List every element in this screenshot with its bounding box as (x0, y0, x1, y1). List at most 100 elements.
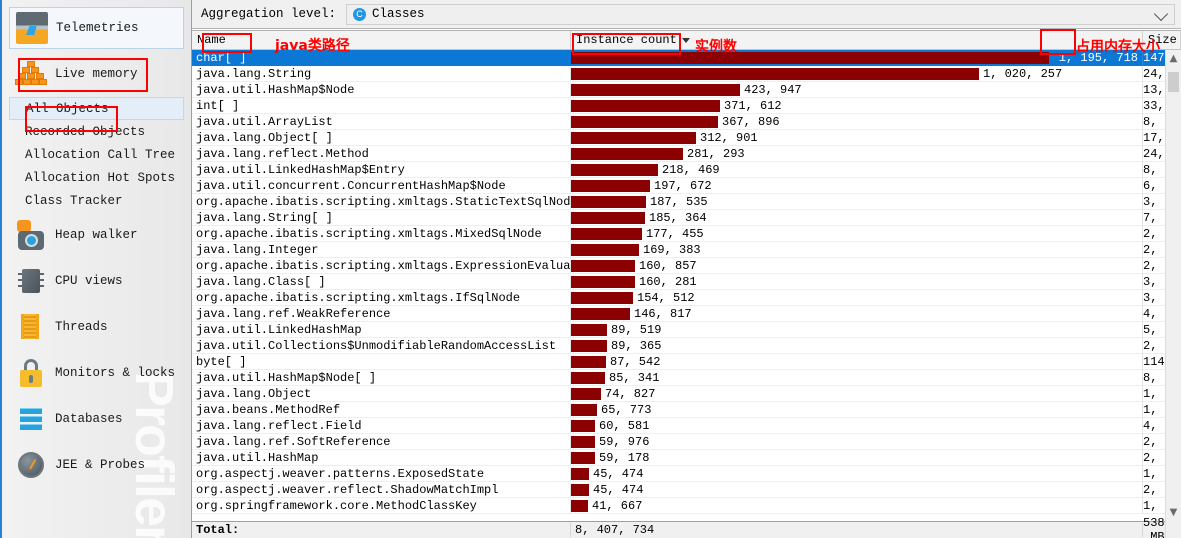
table-row[interactable]: byte[ ] 87, 542 114 MB (192, 353, 1165, 370)
table-row[interactable]: org.aspectj.weaver.patterns.ExposedState… (192, 465, 1165, 482)
cell-size: 4, 361 kB (1143, 418, 1165, 433)
instance-count-bar (571, 67, 979, 80)
table-row[interactable]: org.apache.ibatis.scripting.xmltags.Expr… (192, 257, 1165, 274)
instance-count-value: 45, 474 (593, 482, 644, 497)
table-row[interactable]: java.util.concurrent.ConcurrentHashMap$N… (192, 177, 1165, 194)
cell-instance-count: 85, 341 (571, 369, 1143, 386)
instance-count-bar (571, 51, 1049, 64)
table-row[interactable]: java.util.HashMap 59, 178 2, 840 kB (192, 449, 1165, 466)
sidebar-item-label: Allocation Hot Spots (25, 170, 176, 185)
table-row[interactable]: org.apache.ibatis.scripting.xmltags.Stat… (192, 193, 1165, 210)
sidebar-item-recorded-objects[interactable]: Recorded Objects (9, 120, 184, 143)
instance-count-bar (571, 179, 650, 192)
table-row[interactable]: java.lang.ref.WeakReference 146, 817 4, 69… (192, 305, 1165, 322)
cell-size: 5, 013 kB (1143, 322, 1165, 337)
sidebar-item-all-objects[interactable]: All Objects (9, 97, 184, 120)
aggregation-level-value: Classes (372, 7, 425, 21)
table-row[interactable]: java.util.ArrayList 367, 896 8, 829 kB (192, 113, 1165, 130)
sidebar-item-threads[interactable]: Threads (9, 307, 184, 347)
table-body: char[ ]1, 195, 718147 MBjava.lang.String… (192, 50, 1165, 520)
table-row[interactable]: java.lang.reflect.Field 60, 581 4, 361 kB (192, 417, 1165, 434)
cell-size: 13, 566 kB (1143, 82, 1165, 97)
cell-instance-count: 154, 512 (571, 289, 1143, 306)
cell-instance-count: 160, 281 (571, 273, 1143, 290)
table-row[interactable]: java.util.Collections$UnmodifiableRandom… (192, 337, 1165, 354)
table-row[interactable]: java.lang.Integer 169, 383 2, 710 kB (192, 241, 1165, 258)
cell-instance-count: 65, 773 (571, 401, 1143, 418)
table-row[interactable]: org.springframework.core.MethodClassKey 4… (192, 497, 1165, 514)
instance-count-bar (571, 483, 589, 496)
cell-size: 24, 486 kB (1143, 66, 1165, 81)
cell-class-name: java.lang.Object[ ] (192, 130, 571, 145)
cell-instance-count: 59, 976 (571, 433, 1143, 450)
scrollbar-thumb[interactable] (1168, 72, 1179, 92)
table-row[interactable]: java.lang.String 1, 020, 257 24, 486 kB (192, 65, 1165, 82)
sidebar-item-monitors-locks[interactable]: Monitors & locks (9, 353, 184, 393)
column-header-name[interactable]: Name (192, 31, 571, 49)
instance-count-value: 367, 896 (722, 114, 780, 129)
cell-class-name: java.lang.String[ ] (192, 210, 571, 225)
sidebar-item-label: All Objects (26, 101, 109, 116)
table-row[interactable]: java.util.HashMap$Node[ ] 85, 341 8, 534 k… (192, 369, 1165, 386)
sidebar-item-cpu-views[interactable]: CPU views (9, 261, 184, 301)
cell-size: 6, 325 kB (1143, 178, 1165, 193)
sidebar-item-class-tracker[interactable]: Class Tracker (9, 189, 184, 212)
table-row[interactable]: org.apache.ibatis.scripting.xmltags.Mixe… (192, 225, 1165, 242)
instance-count-value: 74, 827 (605, 386, 656, 401)
telemetry-icon (16, 12, 48, 44)
table-row[interactable]: org.aspectj.weaver.reflect.ShadowMatchIm… (192, 481, 1165, 498)
sidebar-item-label: Telemetries (56, 21, 139, 35)
table-row[interactable]: int[ ] 371, 612 33, 293 kB (192, 97, 1165, 114)
sidebar-nav: Telemetries Live memory All Objects Reco… (0, 0, 191, 485)
sidebar-item-allocation-call-tree[interactable]: Allocation Call Tree (9, 143, 184, 166)
cell-class-name: java.util.HashMap$Node (192, 82, 571, 97)
cell-instance-count: 41, 667 (571, 497, 1143, 514)
aggregation-level-select[interactable]: C Classes (346, 3, 1175, 25)
table-row[interactable]: java.lang.reflect.Method 281, 293 24, 753 … (192, 145, 1165, 162)
table-row[interactable]: char[ ] 1, 195, 718 147 MB (192, 50, 1165, 66)
column-header-instance-count[interactable]: Instance count (571, 31, 1143, 49)
cell-size: 1, 455 kB (1143, 466, 1165, 481)
toolbar: Aggregation level: C Classes (192, 0, 1181, 29)
sidebar-item-telemetries[interactable]: Telemetries (9, 7, 184, 49)
cell-instance-count: 187, 535 (571, 193, 1143, 210)
sidebar-item-jee-probes[interactable]: JEE & Probes (9, 445, 184, 485)
vertical-scrollbar[interactable]: ▲ ▼ (1165, 50, 1181, 538)
cell-size: 17, 464 kB (1143, 130, 1165, 145)
sidebar-item-heap-walker[interactable]: Heap walker (9, 215, 184, 255)
instance-count-bar (571, 99, 720, 112)
instance-count-bar (571, 195, 646, 208)
sidebar-item-label: CPU views (55, 274, 123, 288)
sidebar-item-label: JEE & Probes (55, 458, 146, 472)
heap-walker-icon (15, 219, 47, 251)
table-row[interactable]: java.util.LinkedHashMap$Entry 218, 469 8, … (192, 161, 1165, 178)
table-row[interactable]: org.apache.ibatis.scripting.xmltags.IfSq… (192, 289, 1165, 306)
cell-class-name: java.util.ArrayList (192, 114, 571, 129)
table-row[interactable]: java.beans.MethodRef 65, 773 1, 578 kB (192, 401, 1165, 418)
instance-count-bar (571, 435, 595, 448)
cell-instance-count: 218, 469 (571, 161, 1143, 178)
table-row[interactable]: java.util.LinkedHashMap 89, 519 5, 013 kB (192, 321, 1165, 338)
instance-count-bar (571, 499, 588, 512)
table-row[interactable]: java.lang.Object[ ] 312, 901 17, 464 kB (192, 129, 1165, 146)
cell-size: 2, 399 kB (1143, 434, 1165, 449)
instance-count-value: 59, 178 (599, 450, 650, 465)
sidebar-item-databases[interactable]: Databases (9, 399, 184, 439)
table-row[interactable]: java.lang.String[ ] 185, 364 7, 815 kB (192, 209, 1165, 226)
instance-count-value: 312, 901 (700, 130, 758, 145)
sidebar-item-label: Class Tracker (25, 193, 123, 208)
cell-instance-count: 367, 896 (571, 113, 1143, 130)
instance-count-bar (571, 419, 595, 432)
sidebar-item-allocation-hot-spots[interactable]: Allocation Hot Spots (9, 166, 184, 189)
table-row[interactable]: java.lang.Class[ ] 160, 281 3, 505 kB (192, 273, 1165, 290)
instance-count-bar (571, 115, 718, 128)
instance-count-value: 154, 512 (637, 290, 695, 305)
table-row[interactable]: java.lang.Object 74, 827 1, 197 kB (192, 385, 1165, 402)
table-row[interactable]: java.util.HashMap$Node 423, 947 13, 566 kB (192, 81, 1165, 98)
table-row[interactable]: java.lang.ref.SoftReference 59, 976 2, 399… (192, 433, 1165, 450)
chevron-down-icon[interactable] (1153, 6, 1169, 21)
sidebar-item-live-memory[interactable]: Live memory (9, 55, 184, 93)
cell-instance-count: 281, 293 (571, 145, 1143, 162)
scroll-up-icon[interactable]: ▲ (1166, 50, 1181, 66)
column-header-size[interactable]: Size (1143, 31, 1181, 49)
